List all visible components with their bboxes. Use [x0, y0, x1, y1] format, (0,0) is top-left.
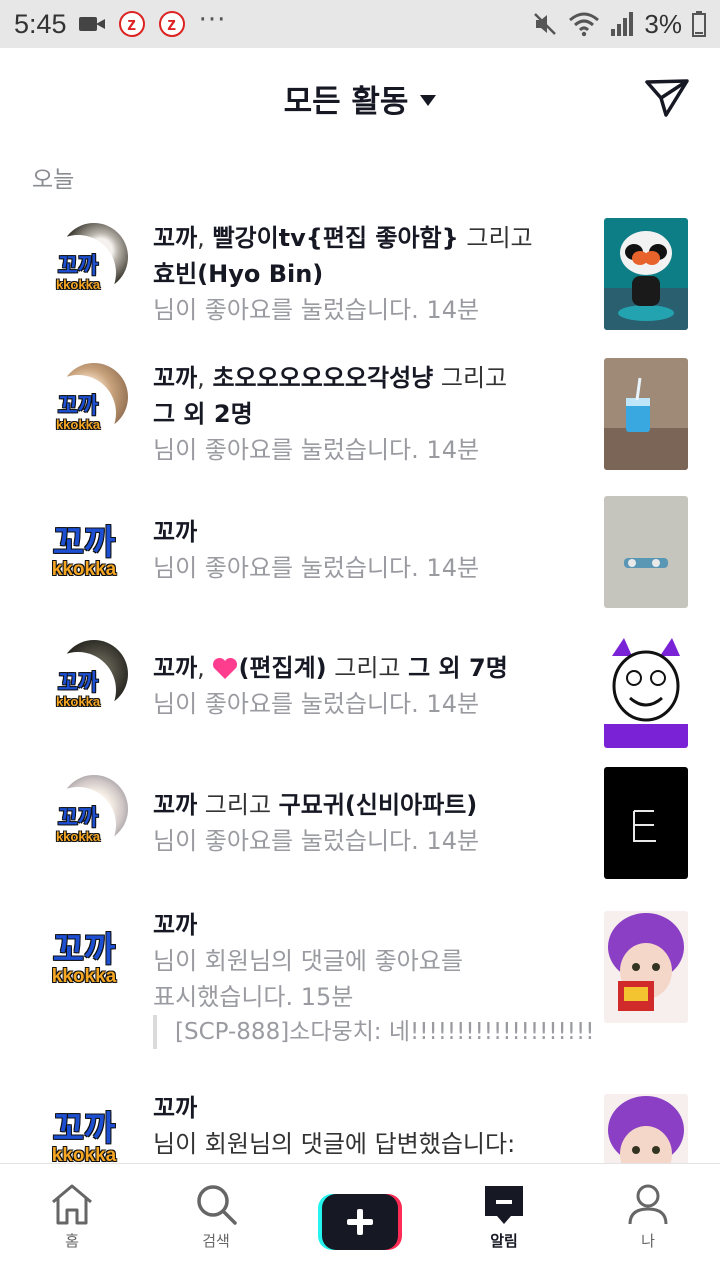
notification-text: 꼬까, 빨강이tv{편집 좋아함} 그리고 효빈(Hyo Bin) 님이 좋아요… — [153, 224, 533, 324]
nav-home[interactable]: 홈 — [22, 1182, 122, 1251]
activity-filter-dropdown[interactable]: 모든 활동 — [284, 76, 437, 121]
avatar-kkokka-logo[interactable]: 꼬까 kkokka — [40, 915, 128, 1003]
header: 모든 활동 — [0, 48, 720, 148]
create-button[interactable] — [318, 1194, 402, 1250]
home-icon — [52, 1184, 92, 1225]
nav-inbox-label: 알림 — [490, 1232, 518, 1250]
notification-text: 꼬까 님이 좋아요를 눌렀습니다. 14분 — [153, 518, 480, 582]
avatar-stack[interactable]: 꼬까 kkokka — [40, 363, 128, 451]
notification-text: 꼬까, 초오오오오오오각성냥 그리고 그 외 2명 님이 좋아요를 눌렀습니다.… — [153, 364, 508, 464]
more-dots-icon: ··· — [198, 5, 227, 35]
video-thumbnail[interactable] — [604, 911, 688, 1023]
avatar-kkokka-logo: 꼬까 kkokka — [40, 652, 116, 728]
nav-inbox[interactable]: 알림 — [454, 1182, 554, 1251]
search-icon — [197, 1185, 237, 1225]
avatar-kkokka-logo: 꼬까 kkokka — [40, 375, 116, 451]
status-bar: 5:45 z z ··· 3% — [0, 0, 720, 48]
notification-text: 꼬까 님이 회원님의 댓글에 좋아요를 표시했습니다. 15분 — [153, 911, 463, 1011]
battery-percent: 3% — [644, 8, 682, 39]
profile-icon — [628, 1184, 668, 1225]
avatar-kkokka-logo: 꼬까 kkokka — [40, 787, 116, 863]
avatar-kkokka-logo: 꼬까 kkokka — [40, 235, 116, 311]
notification-text: 꼬까, (편집계) 그리고 그 외 7명 님이 좋아요를 눌렀습니다. 14분 — [153, 654, 508, 718]
mute-icon — [534, 13, 557, 35]
nav-home-label: 홈 — [65, 1232, 79, 1250]
nav-profile-label: 나 — [641, 1232, 655, 1250]
signal-icon — [611, 12, 634, 36]
avatar-kkokka-logo[interactable]: 꼬까 kkokka — [40, 508, 128, 596]
wifi-icon — [569, 12, 600, 37]
notification-text: 꼬까 님이 회원님의 댓글에 답변했습니다: — [153, 1094, 516, 1158]
video-thumbnail[interactable] — [604, 496, 688, 608]
nav-profile[interactable]: 나 — [598, 1182, 698, 1251]
avatar-stack[interactable]: 꼬까 kkokka — [40, 775, 128, 863]
notification-z-icon: z — [118, 11, 145, 37]
nav-search[interactable]: 검색 — [166, 1182, 266, 1251]
video-thumbnail[interactable] — [604, 636, 688, 748]
video-thumbnail[interactable] — [604, 218, 688, 330]
nav-search-label: 검색 — [202, 1232, 230, 1250]
notification-text: 꼬까 그리고 구묘귀(신비아파트) 님이 좋아요를 눌렀습니다. 14분 — [153, 791, 480, 855]
pink-heart-emoji-icon — [213, 657, 238, 679]
battery-icon — [692, 11, 706, 37]
avatar-stack[interactable]: 꼬까 kkokka — [40, 223, 128, 311]
plus-icon — [347, 1209, 373, 1235]
page-title: 모든 활동 — [283, 83, 409, 120]
caret-down-icon — [420, 94, 437, 106]
send-icon[interactable] — [644, 78, 690, 118]
status-time: 5:45 — [14, 8, 67, 39]
notification-z-icon: z — [158, 11, 185, 37]
comment-quote: [SCP-888]소다뭉치: 네!!!!!!!!!!!!!!!!!!!! — [153, 1015, 594, 1049]
section-label-today: 오늘 — [32, 167, 75, 193]
video-thumbnail[interactable] — [604, 358, 688, 470]
inbox-icon — [485, 1186, 523, 1224]
video-thumbnail[interactable] — [604, 767, 688, 879]
avatar-stack[interactable]: 꼬까 kkokka — [40, 640, 128, 728]
video-icon — [78, 15, 105, 33]
bottom-nav: 홈 검색 알림 나 — [0, 1163, 720, 1280]
